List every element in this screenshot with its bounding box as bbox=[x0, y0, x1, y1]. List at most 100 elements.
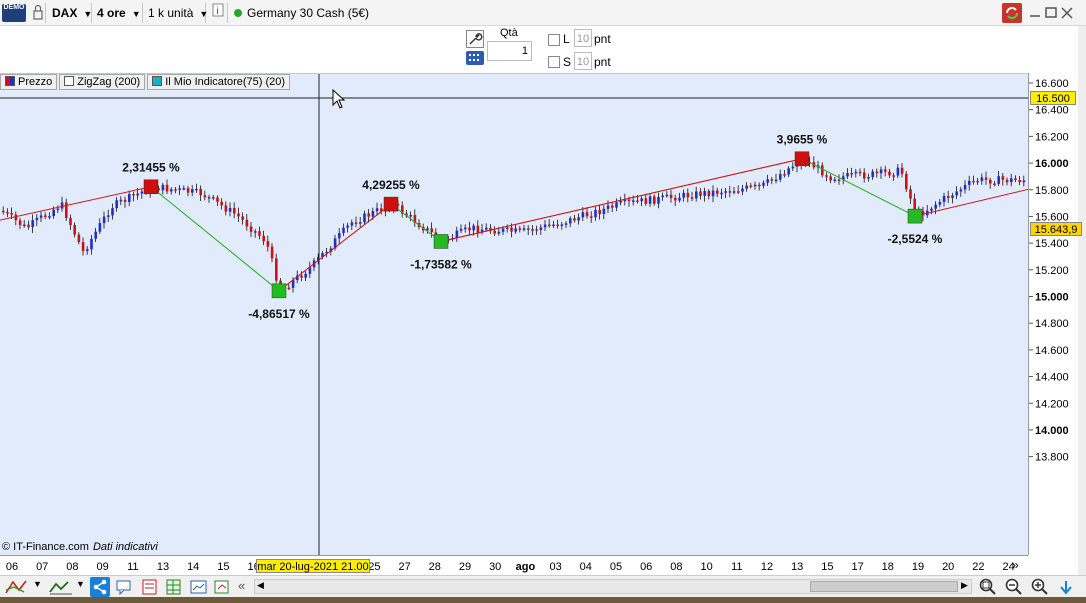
candle-body bbox=[161, 184, 165, 191]
legend-price[interactable]: Prezzo bbox=[0, 74, 58, 90]
candle-body bbox=[1010, 178, 1013, 183]
candle-body bbox=[972, 180, 975, 183]
candle-body bbox=[304, 273, 307, 278]
wrench-icon[interactable] bbox=[466, 30, 484, 48]
candle-body bbox=[569, 218, 572, 224]
limit-input[interactable]: 10 bbox=[574, 29, 592, 47]
close-icon[interactable] bbox=[1060, 4, 1074, 22]
maximize-icon[interactable] bbox=[1044, 4, 1058, 22]
refresh-icon[interactable] bbox=[1002, 3, 1022, 23]
horizontal-scrollbar[interactable]: ◀ ▶ bbox=[254, 579, 972, 594]
candle-body bbox=[23, 224, 26, 227]
info-icon[interactable]: i bbox=[208, 3, 228, 23]
zoom-out-icon[interactable] bbox=[1004, 577, 1024, 597]
candle-body bbox=[934, 204, 937, 209]
price-chart[interactable]: 2,31455 % -4,86517 % 4,29255 % -1,73582 % 3,… bbox=[0, 73, 1028, 556]
candle-body bbox=[2, 210, 5, 213]
chevron-down-icon[interactable]: ▼ bbox=[76, 579, 85, 589]
candle-body bbox=[737, 191, 740, 193]
zoom-fit-icon[interactable] bbox=[978, 577, 998, 597]
candle-body bbox=[98, 223, 102, 232]
scrollbar-thumb[interactable] bbox=[810, 581, 958, 592]
scroll-down-icon[interactable] bbox=[1058, 579, 1074, 595]
candle-body bbox=[657, 196, 660, 204]
candle-body bbox=[170, 189, 173, 192]
pivot-percent-label: -4,86517 % bbox=[248, 307, 310, 321]
candle-body bbox=[228, 207, 232, 212]
candle-body bbox=[497, 231, 501, 234]
scroll-right-icon[interactable]: » bbox=[1012, 558, 1019, 572]
legend-indicator[interactable]: Il Mio Indicatore(75) (20) bbox=[147, 74, 291, 90]
chart-type-icon[interactable] bbox=[48, 578, 74, 596]
comment-icon[interactable] bbox=[116, 579, 132, 596]
candle-body bbox=[178, 188, 181, 190]
candle-body bbox=[140, 191, 144, 194]
instrument-select[interactable]: DAX ▼ bbox=[48, 3, 92, 23]
candle-body bbox=[346, 225, 349, 228]
collapse-icon[interactable]: « bbox=[238, 578, 245, 593]
drawing-tools-icon[interactable] bbox=[4, 578, 32, 596]
trend-line bbox=[914, 188, 1028, 217]
candle-body bbox=[632, 200, 635, 202]
scroll-left-icon[interactable]: ◀ bbox=[257, 580, 264, 591]
stop-label: S bbox=[563, 55, 572, 69]
pivot-percent-label: 4,29255 % bbox=[362, 178, 420, 192]
limit-checkbox[interactable] bbox=[548, 34, 560, 46]
price-tick-label: 16.600 bbox=[1035, 78, 1069, 90]
price-tick-label: 15.200 bbox=[1035, 265, 1069, 277]
candle-body bbox=[884, 169, 887, 172]
calculator-icon[interactable] bbox=[142, 579, 158, 595]
timeframe-select[interactable]: 4 ore ▼ bbox=[93, 3, 143, 23]
candle-body bbox=[165, 184, 169, 192]
candle-body bbox=[14, 214, 18, 221]
stop-input[interactable]: 10 bbox=[574, 52, 592, 70]
window-icon[interactable] bbox=[190, 579, 208, 595]
candle-body bbox=[123, 199, 127, 202]
scroll-right-icon[interactable]: ▶ bbox=[961, 580, 968, 591]
date-tick-label: 08 bbox=[670, 561, 682, 573]
candle-body bbox=[636, 200, 639, 202]
export-icon[interactable] bbox=[214, 579, 232, 595]
date-tick-label: 08 bbox=[66, 561, 78, 573]
candle-body bbox=[539, 227, 543, 230]
candle-body bbox=[947, 195, 950, 198]
lock-icon[interactable] bbox=[30, 3, 46, 23]
keypad-icon[interactable] bbox=[466, 51, 484, 65]
candle-body bbox=[980, 177, 984, 182]
date-tick-label: 18 bbox=[882, 561, 894, 573]
zigzag-segment bbox=[278, 203, 392, 292]
candle-body bbox=[111, 208, 114, 216]
candle-body bbox=[997, 176, 1000, 184]
price-tick-label: 14.400 bbox=[1035, 372, 1069, 384]
table-icon[interactable] bbox=[166, 579, 182, 595]
candle-body bbox=[216, 197, 219, 202]
minimize-icon[interactable] bbox=[1028, 4, 1042, 22]
price-tick-label: 15.000 bbox=[1035, 292, 1069, 304]
candle-body bbox=[254, 231, 257, 233]
candle-body bbox=[506, 227, 509, 229]
candle-body bbox=[535, 229, 538, 231]
units-select[interactable]: 1 k unità ▼ bbox=[144, 3, 208, 23]
date-axis[interactable]: 06070809111314151621232527282930ago03040… bbox=[0, 555, 1028, 575]
candle-body bbox=[342, 227, 345, 234]
limit-unit: pnt bbox=[594, 32, 611, 46]
price-axis[interactable]: 16.600 16.400 16.200 16.000 15.800 15.600 15.4… bbox=[1028, 73, 1082, 555]
candle-body bbox=[77, 234, 81, 243]
legend-zigzag[interactable]: ZigZag (200) bbox=[59, 74, 146, 90]
pivot-high-marker bbox=[794, 151, 810, 166]
chart-canvas[interactable]: 2,31455 % -4,86517 % 4,29255 % -1,73582 % 3,… bbox=[0, 74, 1028, 556]
chevron-down-icon[interactable]: ▼ bbox=[33, 579, 42, 589]
candle-body bbox=[968, 180, 971, 185]
candle-body bbox=[787, 168, 790, 175]
cursor-icon bbox=[332, 88, 346, 112]
candle-body bbox=[245, 219, 249, 227]
share-icon[interactable] bbox=[90, 577, 110, 597]
candle-body bbox=[821, 165, 824, 176]
candle-body bbox=[863, 172, 866, 179]
candle-body bbox=[753, 184, 757, 187]
zoom-in-icon[interactable] bbox=[1030, 577, 1050, 597]
qty-input[interactable] bbox=[487, 41, 532, 61]
candle-body bbox=[472, 225, 475, 231]
candle-body bbox=[682, 192, 685, 198]
stop-checkbox[interactable] bbox=[548, 56, 560, 68]
